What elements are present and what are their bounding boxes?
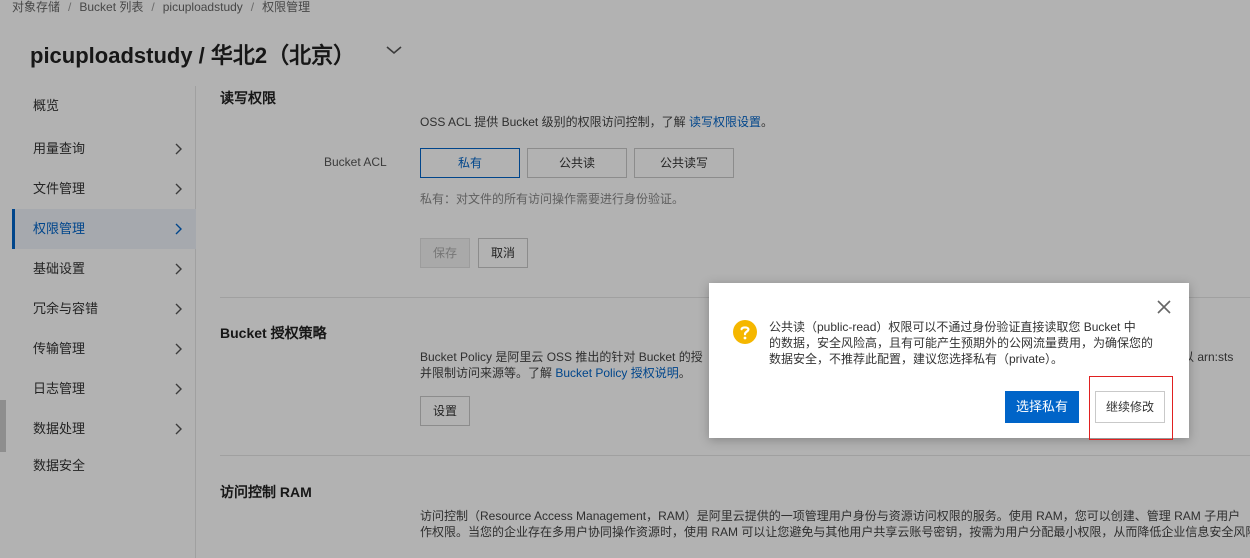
confirm-dialog: 公共读（public-read）权限可以不通过身份验证直接读取您 Bucket …	[709, 283, 1189, 440]
close-icon[interactable]	[1156, 299, 1172, 315]
choose-private-button[interactable]: 选择私有	[1005, 391, 1079, 423]
dialog-message-line: 公共读（public-read）权限可以不通过身份验证直接读取您 Bucket …	[769, 320, 1136, 334]
dialog-message-line: 的数据，安全风险高，且有可能产生预期外的公网流量费用，为确保您的	[769, 336, 1154, 350]
dialog-message-line: 数据安全，不推荐此配置，建议您选择私有（private）。	[769, 352, 1064, 366]
modal-overlay[interactable]	[0, 0, 1250, 558]
question-icon	[733, 320, 757, 344]
highlight-box	[1089, 376, 1173, 440]
dialog-message: 公共读（public-read）权限可以不通过身份验证直接读取您 Bucket …	[769, 319, 1164, 367]
